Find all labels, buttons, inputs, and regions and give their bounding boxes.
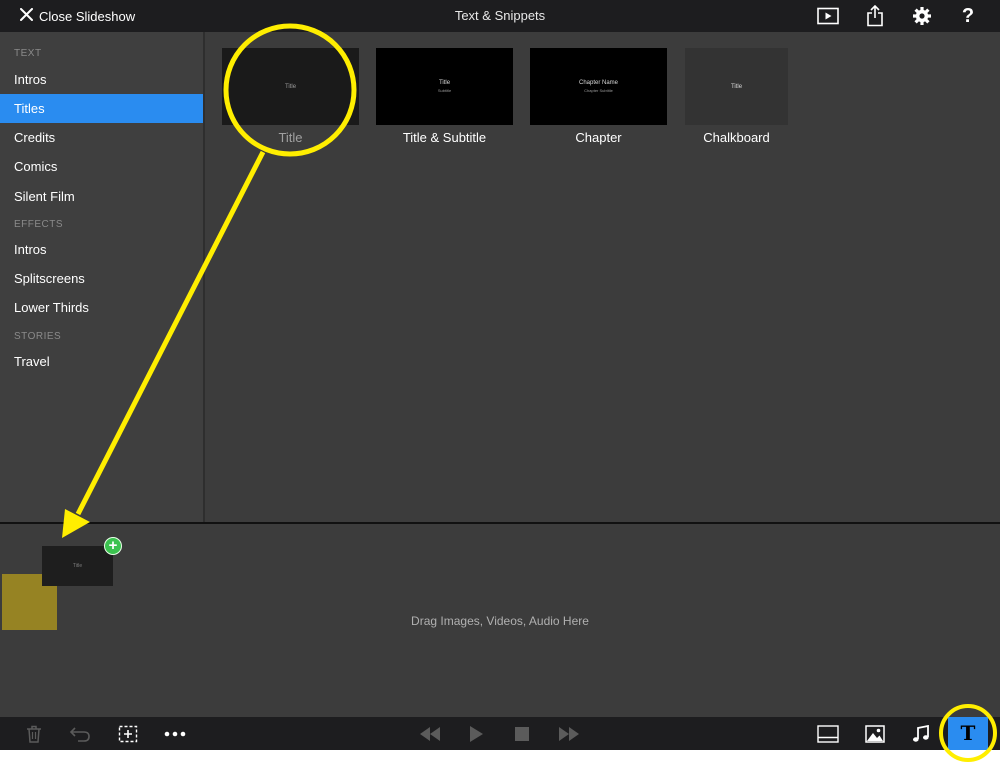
sidebar-item-splitscreens[interactable]: Splitscreens [0,264,203,293]
music-icon[interactable] [907,721,935,746]
sidebar-item-effects-intros[interactable]: Intros [0,235,203,264]
timeline-drop-area[interactable]: Title + Drag Images, Videos, Audio Here [0,524,1000,717]
stop-icon[interactable] [508,721,536,746]
thumbnail-text: Title [438,79,451,86]
thumbnail-text: Title [730,83,743,90]
tile-title[interactable]: Title Title [222,48,359,145]
tile-title-subtitle[interactable]: Title Subtitle Title & Subtitle [376,48,513,145]
drop-hint-text: Drag Images, Videos, Audio Here [411,614,589,628]
help-icon[interactable]: ? [955,4,981,28]
play-preview-icon[interactable] [815,4,841,28]
sidebar-section-header-stories: STORIES [14,331,62,342]
add-badge-icon: + [104,537,122,555]
sidebar-item-lower-thirds[interactable]: Lower Thirds [0,293,203,322]
sidebar-item-intros[interactable]: Intros [0,65,203,94]
close-icon [20,8,33,24]
top-bar: Close Slideshow Text & Snippets ? [0,0,1000,32]
undo-icon[interactable] [66,721,94,746]
sidebar-item-titles[interactable]: Titles [0,94,203,123]
trash-icon[interactable] [20,721,48,746]
tile-label: Chalkboard [703,130,770,145]
layout-icon[interactable] [814,721,842,746]
page-title: Text & Snippets [454,8,546,23]
dragged-title-thumbnail[interactable]: Title [42,546,113,586]
tile-label: Title [278,130,303,145]
sidebar-section-header-text: TEXT [14,48,42,59]
add-clip-icon[interactable] [114,721,142,746]
tile-label: Chapter [575,130,622,145]
rewind-icon[interactable] [416,721,444,746]
app-window: Close Slideshow Text & Snippets ? TEXT I… [0,0,1000,750]
sidebar-item-travel[interactable]: Travel [0,347,203,376]
sidebar-item-comics[interactable]: Comics [0,152,203,181]
sidebar-section-header-effects: EFFECTS [14,219,64,230]
settings-gear-icon[interactable] [909,4,935,28]
title-grid: Title Title Title Subtitle Title & Subti… [207,32,1000,522]
tile-thumbnail: Title [685,48,788,125]
close-slideshow-label: Close Slideshow [39,8,136,24]
photo-icon[interactable] [861,721,889,746]
more-icon[interactable] [161,721,189,746]
text-tool-icon[interactable]: T [948,717,988,750]
sidebar-item-silent-film[interactable]: Silent Film [0,182,203,211]
sidebar-item-credits[interactable]: Credits [0,123,203,152]
tile-thumbnail: Title Subtitle [376,48,513,125]
thumbnail-text: Title [284,83,297,90]
share-icon[interactable] [862,4,888,28]
play-icon[interactable] [462,721,490,746]
tile-label: Title & Subtitle [402,130,487,145]
close-slideshow-button[interactable]: Close Slideshow [20,0,135,32]
fast-forward-icon[interactable] [555,721,583,746]
sidebar: TEXT Intros Titles Credits Comics Silent… [0,32,205,522]
bottom-toolbar: T [0,717,1000,750]
tile-chapter[interactable]: Chapter Name Chapter Subtitle Chapter [530,48,667,145]
tile-chalkboard[interactable]: Title Chalkboard [685,48,788,145]
thumbnail-subtext: Subtitle [437,87,452,93]
thumbnail-subtext: Chapter Subtitle [584,87,613,93]
thumbnail-text: Chapter Name [578,79,619,86]
tile-thumbnail: Title [222,48,359,125]
tile-thumbnail: Chapter Name Chapter Subtitle [530,48,667,125]
